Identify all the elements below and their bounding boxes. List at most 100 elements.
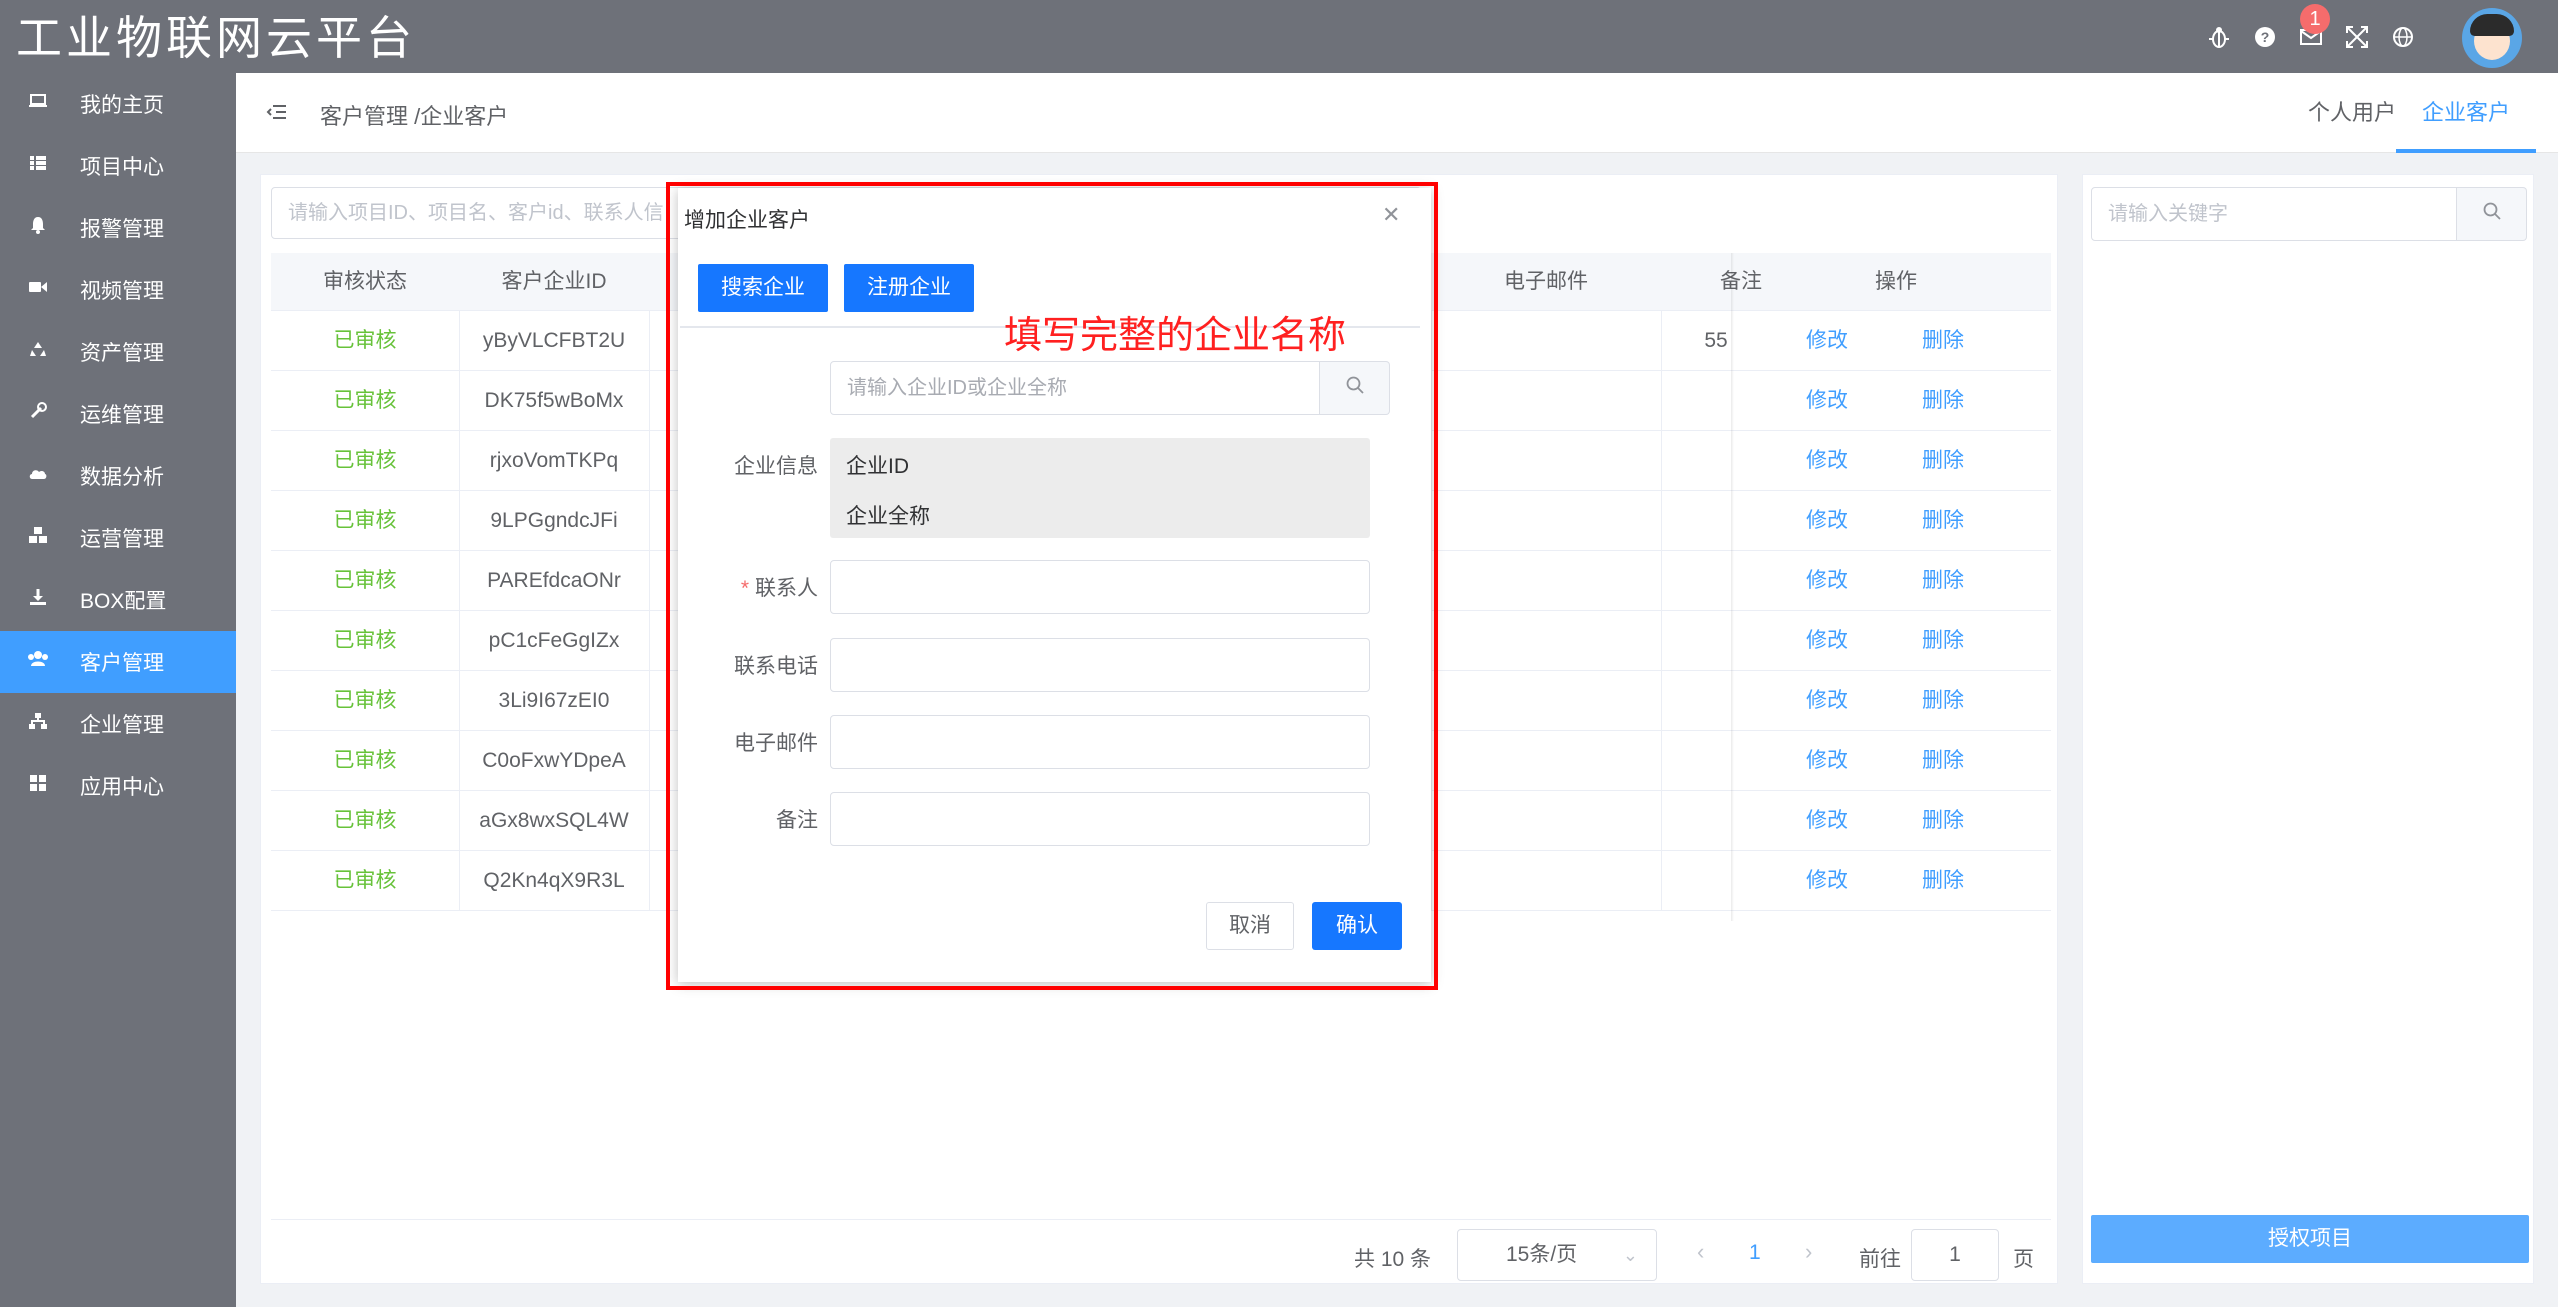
edit-link[interactable]: 修改 bbox=[1787, 611, 1867, 671]
email-label: 电子邮件 bbox=[734, 732, 818, 755]
edit-link[interactable]: 修改 bbox=[1787, 491, 1867, 551]
menu-fold-icon[interactable] bbox=[266, 101, 288, 129]
sidebar-item-video[interactable]: 视频管理 bbox=[0, 259, 236, 321]
edit-link[interactable]: 修改 bbox=[1787, 551, 1867, 611]
phone-field[interactable] bbox=[830, 638, 1370, 692]
tab-enterprise-customers[interactable]: 企业客户 bbox=[2396, 93, 2536, 153]
fullscreen-icon[interactable] bbox=[2344, 24, 2370, 50]
column-divider bbox=[459, 851, 460, 910]
note-cell: 55 bbox=[1704, 329, 1728, 352]
search-icon[interactable] bbox=[1320, 361, 1390, 415]
delete-link[interactable]: 删除 bbox=[1903, 671, 1983, 731]
contact-field[interactable] bbox=[830, 560, 1370, 614]
column-header-email: 电子邮件 bbox=[1504, 270, 1588, 293]
page-number-current[interactable]: 1 bbox=[1749, 1241, 1761, 1265]
sidebar-item-analytics[interactable]: 数据分析 bbox=[0, 445, 236, 507]
delete-link[interactable]: 删除 bbox=[1903, 791, 1983, 851]
grid-icon bbox=[26, 773, 50, 799]
column-divider bbox=[649, 311, 650, 370]
help-icon[interactable]: ? bbox=[2252, 24, 2278, 50]
sidebar-item-box-config[interactable]: BOX配置 bbox=[0, 569, 236, 631]
next-page-icon[interactable]: › bbox=[1805, 1239, 1812, 1265]
status-cell: 已审核 bbox=[333, 869, 397, 892]
delete-link[interactable]: 删除 bbox=[1903, 731, 1983, 791]
sidebar-item-assets[interactable]: 资产管理 bbox=[0, 321, 236, 383]
email-field[interactable] bbox=[830, 715, 1370, 769]
prev-page-icon[interactable]: ‹ bbox=[1697, 1239, 1704, 1265]
edit-link[interactable]: 修改 bbox=[1787, 371, 1867, 431]
column-divider bbox=[1431, 311, 1432, 370]
status-cell: 已审核 bbox=[333, 689, 397, 712]
page-size-select[interactable]: 15条/页 ⌄ bbox=[1457, 1229, 1657, 1281]
status-cell: 已审核 bbox=[333, 809, 397, 832]
bell-icon bbox=[26, 215, 50, 241]
delete-link[interactable]: 删除 bbox=[1903, 491, 1983, 551]
column-divider bbox=[1661, 551, 1662, 610]
top-bar: 工业物联网云平台 ? 1 bbox=[0, 0, 2558, 73]
delete-link[interactable]: 删除 bbox=[1903, 851, 1983, 911]
authorize-project-button[interactable]: 授权项目 bbox=[2091, 1215, 2529, 1263]
keyword-search-input[interactable]: 请输入关键字 bbox=[2091, 187, 2457, 241]
cloud-chart-icon bbox=[26, 463, 50, 489]
column-divider bbox=[1661, 611, 1662, 670]
company-id-cell: PAREfdcaONr bbox=[487, 569, 621, 592]
column-header-company-id: 客户企业ID bbox=[501, 270, 607, 293]
column-divider bbox=[459, 551, 460, 610]
cancel-button[interactable]: 取消 bbox=[1206, 902, 1294, 950]
column-divider bbox=[1661, 311, 1662, 370]
column-divider bbox=[1661, 671, 1662, 730]
sidebar: 我的主页 项目中心 报警管理 视频管理 资产管理 运维管理 数据分析 运营管理 … bbox=[0, 73, 236, 1307]
column-divider bbox=[649, 671, 650, 730]
cubes-icon bbox=[26, 525, 50, 551]
edit-link[interactable]: 修改 bbox=[1787, 311, 1867, 371]
bug-icon[interactable] bbox=[2206, 24, 2232, 50]
avatar[interactable] bbox=[2462, 8, 2522, 68]
phone-label: 联系电话 bbox=[734, 655, 818, 678]
sidebar-item-home[interactable]: 我的主页 bbox=[0, 73, 236, 135]
sidebar-item-operations[interactable]: 运营管理 bbox=[0, 507, 236, 569]
note-field[interactable] bbox=[830, 792, 1370, 846]
edit-link[interactable]: 修改 bbox=[1787, 731, 1867, 791]
delete-link[interactable]: 删除 bbox=[1903, 371, 1983, 431]
sidebar-item-customers[interactable]: 客户管理 bbox=[0, 631, 236, 693]
globe-icon[interactable] bbox=[2390, 24, 2416, 50]
edit-link[interactable]: 修改 bbox=[1787, 431, 1867, 491]
column-divider bbox=[649, 551, 650, 610]
edit-link[interactable]: 修改 bbox=[1787, 671, 1867, 731]
sidebar-item-alarms[interactable]: 报警管理 bbox=[0, 197, 236, 259]
table-bottom-border bbox=[271, 1219, 2051, 1220]
sidebar-item-label: 运营管理 bbox=[80, 528, 164, 551]
download-icon bbox=[26, 587, 50, 613]
edit-link[interactable]: 修改 bbox=[1787, 791, 1867, 851]
confirm-button[interactable]: 确认 bbox=[1312, 902, 1402, 950]
column-divider bbox=[649, 431, 650, 490]
sidebar-item-projects[interactable]: 项目中心 bbox=[0, 135, 236, 197]
column-divider bbox=[1661, 851, 1662, 910]
enterprise-search-input[interactable]: 请输入企业ID或企业全称 bbox=[830, 361, 1320, 415]
column-divider bbox=[459, 671, 460, 730]
status-cell: 已审核 bbox=[333, 749, 397, 772]
column-divider bbox=[1661, 791, 1662, 850]
required-mark: * bbox=[740, 577, 749, 600]
close-icon[interactable]: ✕ bbox=[1382, 202, 1400, 228]
status-cell: 已审核 bbox=[333, 569, 397, 592]
video-icon bbox=[26, 277, 50, 303]
edit-link[interactable]: 修改 bbox=[1787, 851, 1867, 911]
delete-link[interactable]: 删除 bbox=[1903, 431, 1983, 491]
delete-link[interactable]: 删除 bbox=[1903, 311, 1983, 371]
sidebar-item-maintenance[interactable]: 运维管理 bbox=[0, 383, 236, 445]
register-enterprise-tab-button[interactable]: 注册企业 bbox=[844, 264, 974, 312]
column-divider bbox=[1661, 371, 1662, 430]
company-id-cell: yByVLCFBT2U bbox=[482, 329, 626, 352]
search-icon[interactable] bbox=[2457, 187, 2527, 241]
page-header: 客户管理 /企业客户 个人用户 企业客户 bbox=[236, 73, 2558, 153]
users-icon bbox=[26, 649, 50, 675]
delete-link[interactable]: 删除 bbox=[1903, 611, 1983, 671]
sidebar-item-apps[interactable]: 应用中心 bbox=[0, 755, 236, 817]
delete-link[interactable]: 删除 bbox=[1903, 551, 1983, 611]
sidebar-item-label: BOX配置 bbox=[80, 590, 167, 613]
goto-page-input[interactable]: 1 bbox=[1911, 1229, 1999, 1281]
sidebar-item-enterprise[interactable]: 企业管理 bbox=[0, 693, 236, 755]
search-enterprise-tab-button[interactable]: 搜索企业 bbox=[698, 264, 828, 312]
enterprise-name-text: 企业全称 bbox=[846, 505, 930, 528]
